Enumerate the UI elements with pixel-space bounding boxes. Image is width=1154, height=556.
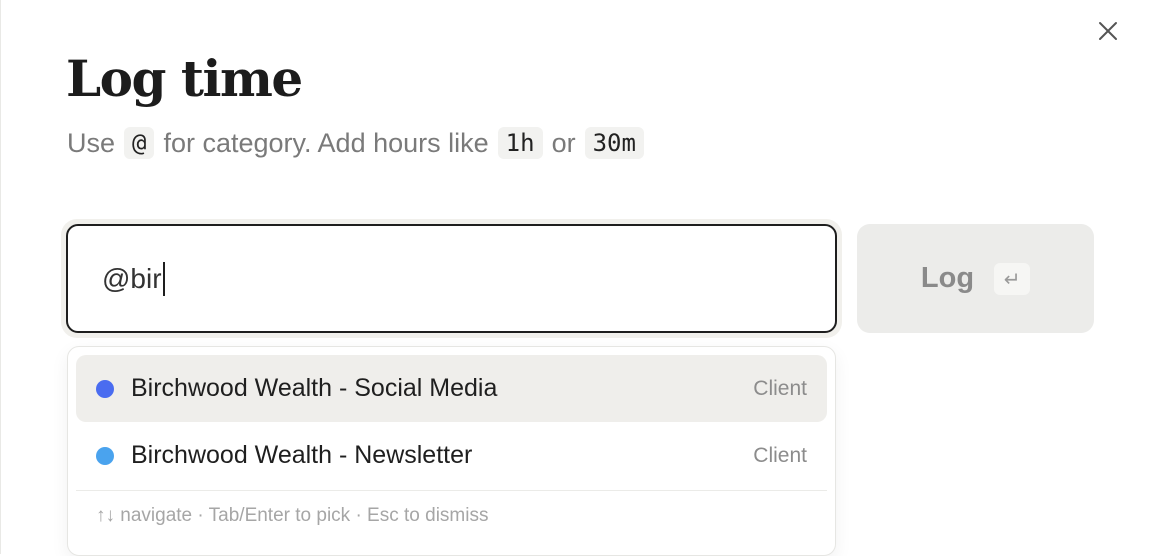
suggestion-name: Birchwood Wealth - Social Media [131,374,498,402]
category-color-dot [96,379,114,398]
dialog-subtitle: Use @ for category. Add hours like 1h or… [67,124,653,162]
dialog-title: Log time [66,49,303,108]
input-value: @bir [102,262,162,294]
enter-key-icon: ↵ [994,262,1031,295]
subtitle-text-2: for category. Add hours like [163,127,489,158]
log-button-label: Log [920,262,975,294]
log-button[interactable]: Log ↵ [857,224,1094,333]
keyboard-hint: ↑↓ navigate · Tab/Enter to pick · Esc to… [96,505,489,526]
category-color-dot [96,446,114,465]
suggestion-item[interactable]: Birchwood Wealth - Social Media Client [76,355,827,422]
subtitle-code-1h: 1h [497,127,543,159]
suggestion-tag: Client [753,376,807,400]
text-caret [162,261,165,296]
suggestion-name: Birchwood Wealth - Newsletter [131,441,473,469]
dropdown-divider [76,490,827,491]
suggestion-item[interactable]: Birchwood Wealth - Newsletter Client [76,422,827,489]
close-icon [1099,22,1117,40]
subtitle-text-3: or [551,127,576,158]
suggestion-tag: Client [753,443,807,467]
log-time-dialog: Log time Use @ for category. Add hours l… [0,0,1154,556]
time-entry-input[interactable]: @bir [66,224,837,333]
subtitle-code-30m: 30m [584,127,644,159]
category-suggestions: Birchwood Wealth - Social Media Client B… [67,346,836,556]
close-button[interactable] [1095,18,1121,44]
subtitle-text-1: Use [67,127,116,158]
subtitle-code-at: @ [124,127,155,159]
